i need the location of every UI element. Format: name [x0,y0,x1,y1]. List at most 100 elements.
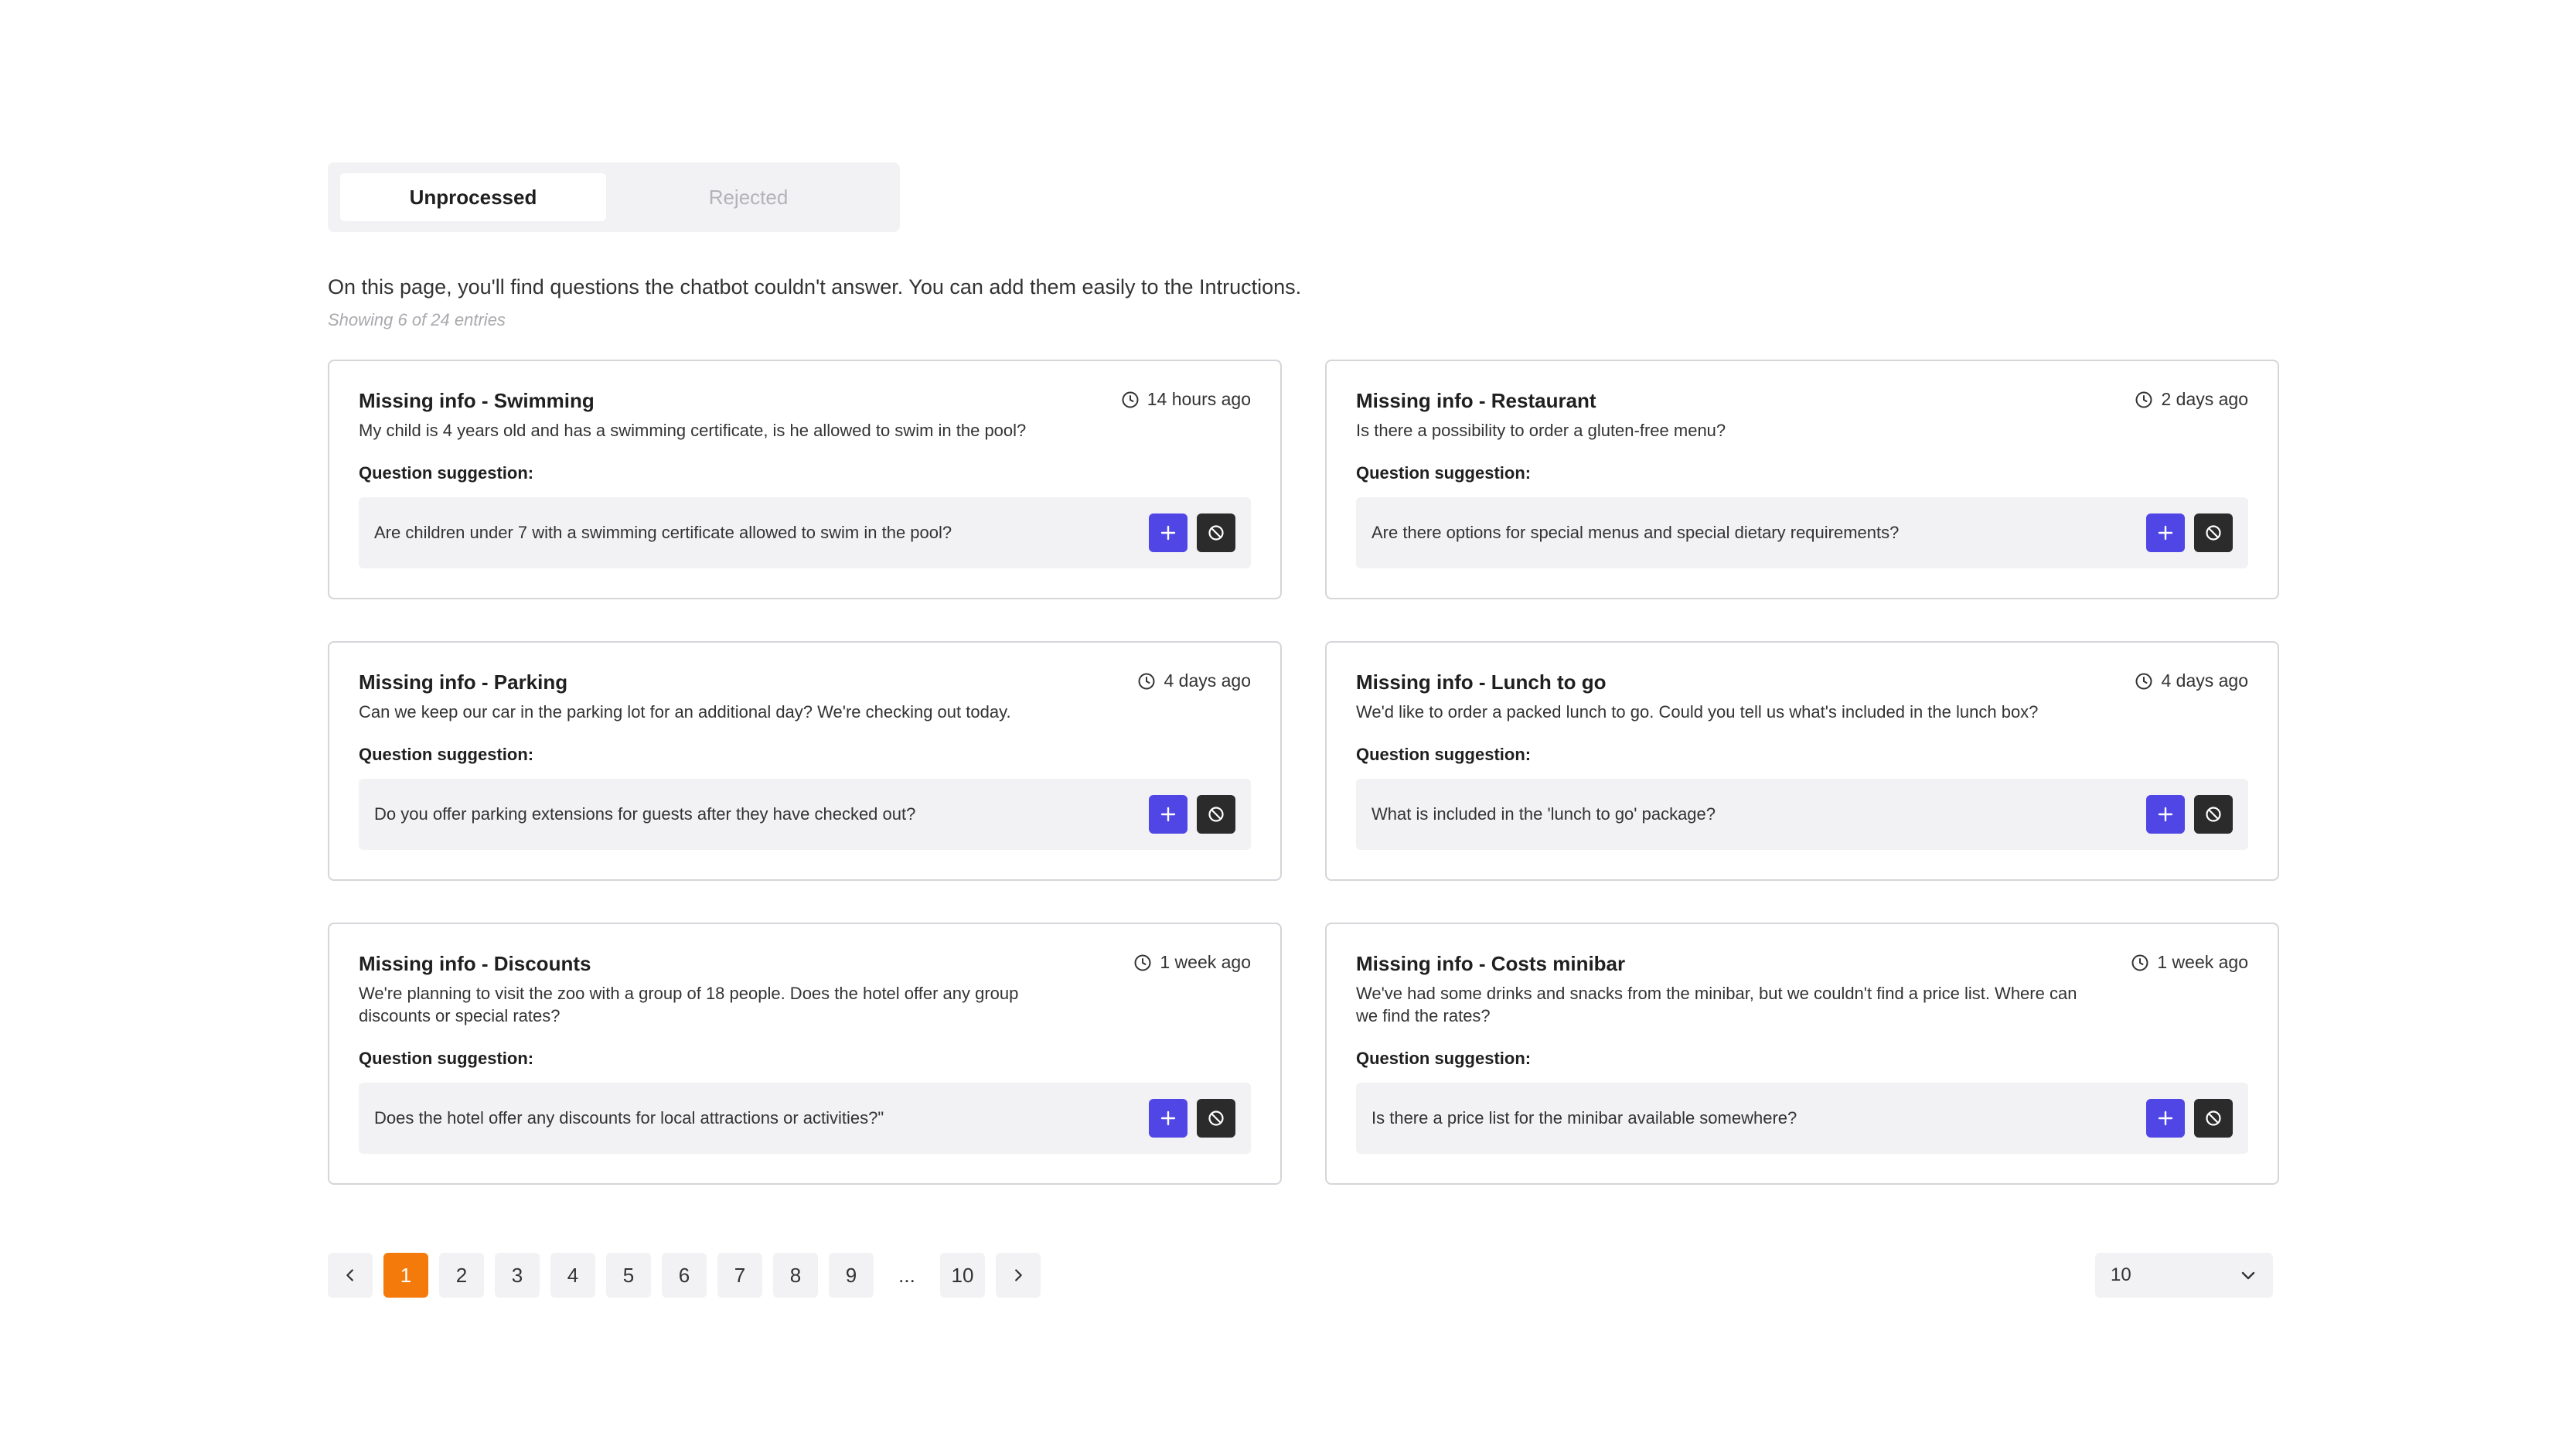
card-header: Missing info - Parking 4 days ago [359,670,1251,694]
clock-icon [1134,954,1151,971]
card-title: Missing info - Swimming [359,389,595,412]
time-text: 1 week ago [2157,952,2248,972]
card-title: Missing info - Lunch to go [1356,670,1607,694]
next-page-button[interactable] [996,1253,1041,1298]
question-card: Missing info - Lunch to go 4 days ago We… [1325,641,2279,881]
prev-page-button[interactable] [328,1253,373,1298]
add-suggestion-button[interactable] [1149,1099,1187,1138]
clock-icon [1138,673,1155,689]
plus-icon [1160,525,1176,541]
pagination-ellipsis: ... [898,1263,915,1287]
page-button-5[interactable]: 5 [606,1253,651,1298]
per-page-select[interactable]: 10 [2095,1253,2273,1298]
card-time: 4 days ago [2135,670,2248,691]
suggestion-text: What is included in the 'lunch to go' pa… [1371,804,1716,824]
time-text: 4 days ago [2161,670,2248,691]
card-time: 2 days ago [2135,389,2248,410]
add-suggestion-button[interactable] [2146,513,2185,552]
suggestion-text: Are there options for special menus and … [1371,523,1900,542]
question-card: Missing info - Parking 4 days ago Can we… [328,641,1282,881]
card-title: Missing info - Restaurant [1356,389,1596,412]
card-question: We're planning to visit the zoo with a g… [359,984,1019,1025]
page-button-9[interactable]: 9 [829,1253,874,1298]
block-icon [1208,807,1224,822]
page-button-8[interactable]: 8 [773,1253,818,1298]
suggestion-text: Does the hotel offer any discounts for l… [374,1108,884,1128]
clock-icon [1122,391,1139,408]
card-header: Missing info - Restaurant 2 days ago [1356,389,2248,413]
reject-suggestion-button[interactable] [1197,513,1235,552]
suggestion-actions [2146,795,2233,834]
card-header: Missing info - Swimming 14 hours ago [359,389,1251,413]
reject-suggestion-button[interactable] [2194,513,2233,552]
chevron-right-icon [1015,1269,1022,1281]
suggestion-actions [1149,1099,1235,1138]
time-text: 4 days ago [1164,670,1251,691]
add-suggestion-button[interactable] [2146,1099,2185,1138]
question-card: Missing info - Costs minibar 1 week ago … [1325,923,2279,1185]
card-question: We'd like to order a packed lunch to go.… [1356,702,2039,722]
chevron-left-icon [346,1269,353,1281]
question-card: Missing info - Restaurant 2 days ago Is … [1325,360,2279,599]
suggestion-label: Question suggestion: [359,1049,534,1068]
card-title: Missing info - Costs minibar [1356,952,1626,975]
add-suggestion-button[interactable] [1149,795,1187,834]
tab-unprocessed[interactable]: Unprocessed [340,173,606,221]
suggestion-text: Do you offer parking extensions for gues… [374,804,916,824]
card-question: Is there a possibility to order a gluten… [1356,421,1726,440]
add-suggestion-button[interactable] [2146,795,2185,834]
page-button-7[interactable]: 7 [717,1253,762,1298]
suggestion-label: Question suggestion: [1356,463,1532,483]
suggestion-actions [2146,513,2233,552]
card-question: Can we keep our car in the parking lot f… [359,702,1011,722]
intro-text: On this page, you'll find questions the … [328,275,1302,299]
add-suggestion-button[interactable] [1149,513,1187,552]
pagination: 1 2 3 4 5 6 7 8 9... 10 [328,1253,1041,1298]
block-icon [2206,1111,2221,1126]
reject-suggestion-button[interactable] [2194,795,2233,834]
card-title: Missing info - Parking [359,670,568,694]
card-question: We've had some drinks and snacks from th… [1356,984,2077,1025]
card-time: 1 week ago [1133,952,1251,973]
suggestion-box: Does the hotel offer any discounts for l… [359,1083,1251,1154]
suggestion-box: Are there options for special menus and … [1356,497,2248,568]
plus-icon [2158,525,2173,541]
entries-count: Showing 6 of 24 entries [328,310,506,329]
question-grid: Missing info - Swimming 14 hours ago My … [328,360,2279,1185]
chevron-down-icon [2241,1271,2255,1280]
card-time: 14 hours ago [1121,389,1251,410]
suggestion-box: Is there a price list for the minibar av… [1356,1083,2248,1154]
reject-suggestion-button[interactable] [2194,1099,2233,1138]
page-button-1[interactable]: 1 [383,1253,428,1298]
page-button-6[interactable]: 6 [662,1253,707,1298]
suggestion-box: Are children under 7 with a swimming cer… [359,497,1251,568]
suggestion-actions [1149,795,1235,834]
suggestion-label: Question suggestion: [359,463,534,483]
clock-icon [2131,954,2148,971]
suggestion-text: Are children under 7 with a swimming cer… [374,523,952,542]
page-button-4[interactable]: 4 [550,1253,595,1298]
main-content: Unprocessed Rejected On this page, you'l… [328,162,2279,1185]
block-icon [2206,807,2221,822]
card-header: Missing info - Lunch to go 4 days ago [1356,670,2248,694]
card-title: Missing info - Discounts [359,952,591,975]
reject-suggestion-button[interactable] [1197,1099,1235,1138]
card-header: Missing info - Costs minibar 1 week ago [1356,952,2248,976]
reject-suggestion-button[interactable] [1197,795,1235,834]
suggestion-label: Question suggestion: [359,745,534,764]
clock-icon [2135,391,2152,408]
plus-icon [2158,807,2173,822]
time-text: 14 hours ago [1147,389,1251,409]
question-card: Missing info - Discounts 1 week ago We'r… [328,923,1282,1185]
time-text: 2 days ago [2161,389,2248,409]
suggestion-actions [1149,513,1235,552]
plus-icon [2158,1111,2173,1126]
block-icon [1208,525,1224,541]
page-button-3[interactable]: 3 [495,1253,540,1298]
suggestion-label: Question suggestion: [1356,745,1532,764]
page-button-10[interactable]: 10 [940,1253,985,1298]
tab-rejected[interactable]: Rejected [615,173,881,221]
page-button-2[interactable]: 2 [439,1253,484,1298]
status-tabs: Unprocessed Rejected [328,162,900,232]
block-icon [1208,1111,1224,1126]
